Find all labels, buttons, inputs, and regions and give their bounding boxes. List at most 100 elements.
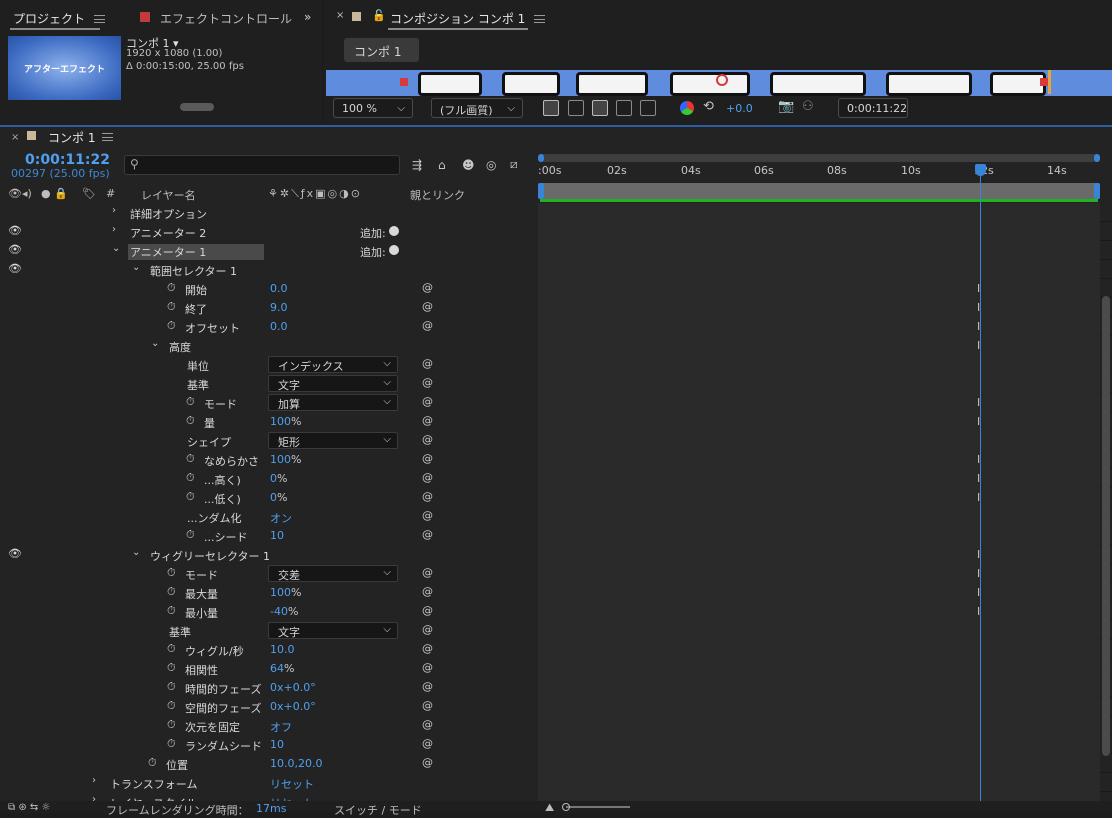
property-value[interactable]: 100% xyxy=(270,453,301,466)
work-area-end-handle[interactable] xyxy=(1094,183,1100,199)
timeline-close-icon[interactable]: × xyxy=(11,132,19,143)
pickwhip-icon[interactable]: @ xyxy=(422,281,433,294)
chevron-down-icon[interactable]: ⌄ xyxy=(132,547,140,558)
property-value[interactable]: 100% xyxy=(270,586,301,599)
project-menu-icon[interactable] xyxy=(94,15,105,23)
pickwhip-icon[interactable]: @ xyxy=(422,395,433,408)
property-row[interactable]: › 詳細オプション xyxy=(0,203,1112,222)
property-row[interactable]: 👁 › アニメーター 2 追加: xyxy=(0,222,1112,241)
pickwhip-icon[interactable]: @ xyxy=(422,357,433,370)
anchor-point-icon[interactable] xyxy=(716,74,728,86)
timeline-scrollbar[interactable] xyxy=(1102,296,1110,756)
stopwatch-icon[interactable]: ⏱ xyxy=(167,300,176,314)
timeline-menu-icon[interactable] xyxy=(102,133,113,141)
property-row[interactable]: 基準 文字 ⌵ @ xyxy=(0,374,1112,393)
timeline-zoom-slider[interactable] xyxy=(566,806,630,808)
layer-name-header[interactable]: レイヤー名 xyxy=(141,187,196,203)
tab-timeline[interactable]: コンポ 1 xyxy=(48,129,95,146)
chevron-down-icon[interactable]: ⌄ xyxy=(132,262,140,273)
add-menu-label[interactable]: 追加: xyxy=(360,225,386,241)
stopwatch-icon[interactable]: ⏱ xyxy=(186,471,195,485)
stopwatch-icon[interactable]: ⏱ xyxy=(148,756,157,770)
property-row[interactable]: ⏱ 最大量 100% @ I xyxy=(0,583,1112,602)
stopwatch-icon[interactable]: ⏱ xyxy=(167,642,176,656)
stopwatch-icon[interactable]: ⏱ xyxy=(167,585,176,599)
exposure-reset-icon[interactable]: ⟲ xyxy=(703,99,714,114)
property-value[interactable]: 0x+0.0° xyxy=(270,700,316,713)
stopwatch-icon[interactable]: ⏱ xyxy=(167,661,176,675)
property-row[interactable]: ⏱ ...シード 10 @ xyxy=(0,526,1112,545)
property-dropdown[interactable]: インデックス ⌵ xyxy=(268,356,398,373)
chevron-down-icon[interactable]: ⌄ xyxy=(151,338,159,349)
stopwatch-icon[interactable]: ⏱ xyxy=(167,281,176,295)
property-value[interactable]: -40% xyxy=(270,605,298,618)
grid-guides-icon[interactable] xyxy=(640,100,656,116)
tab-composition[interactable]: コンポジション コンポ 1 xyxy=(390,10,525,27)
add-play-icon[interactable] xyxy=(389,245,399,255)
composition-viewer[interactable] xyxy=(326,70,1112,96)
property-value[interactable]: 10 xyxy=(270,738,284,751)
stopwatch-icon[interactable]: ⏱ xyxy=(167,699,176,713)
property-value[interactable]: 64% xyxy=(270,662,294,675)
pickwhip-icon[interactable]: @ xyxy=(422,433,433,446)
stopwatch-icon[interactable]: ⏱ xyxy=(167,680,176,694)
frame-blending-icon[interactable]: ◎ xyxy=(486,158,496,172)
project-scrollbar[interactable] xyxy=(180,103,214,111)
property-row[interactable]: ...ンダム化 オン @ xyxy=(0,507,1112,526)
eye-icon[interactable]: 👁 xyxy=(8,243,22,256)
chevron-right-icon[interactable]: › xyxy=(112,224,116,235)
pickwhip-icon[interactable]: @ xyxy=(422,737,433,750)
time-navigator[interactable] xyxy=(538,154,1100,162)
render-options-icon[interactable]: ⧉ ⊛ ⇆ ☼ xyxy=(8,802,50,813)
eye-icon[interactable]: 👁 xyxy=(8,547,22,560)
stopwatch-icon[interactable]: ⏱ xyxy=(167,737,176,751)
pickwhip-icon[interactable]: @ xyxy=(422,528,433,541)
playhead-handle[interactable] xyxy=(975,164,986,176)
eye-icon[interactable]: 👁 xyxy=(8,224,22,237)
property-row[interactable]: ⏱ ...低く) 0% @ I xyxy=(0,488,1112,507)
pickwhip-icon[interactable]: @ xyxy=(422,509,433,522)
property-value[interactable]: 0x+0.0° xyxy=(270,681,316,694)
viewer-menu-icon[interactable] xyxy=(534,15,545,23)
stopwatch-icon[interactable]: ⏱ xyxy=(167,319,176,333)
exposure-value[interactable]: +0.0 xyxy=(726,102,753,115)
stopwatch-icon[interactable]: ⏱ xyxy=(186,395,195,409)
bounding-handle[interactable] xyxy=(1040,78,1048,86)
property-row[interactable]: ⏱ ウィグル/秒 10.0 @ xyxy=(0,640,1112,659)
property-row[interactable]: 基準 文字 ⌵ @ xyxy=(0,621,1112,640)
pickwhip-icon[interactable]: @ xyxy=(422,300,433,313)
stopwatch-icon[interactable]: ⏱ xyxy=(186,452,195,466)
pickwhip-icon[interactable]: @ xyxy=(422,566,433,579)
add-menu-label[interactable]: 追加: xyxy=(360,244,386,260)
property-value[interactable]: 9.0 xyxy=(270,301,288,314)
pickwhip-icon[interactable]: @ xyxy=(422,604,433,617)
property-row[interactable]: ⏱ 開始 0.0 @ I xyxy=(0,279,1112,298)
pickwhip-icon[interactable]: @ xyxy=(422,490,433,503)
pickwhip-icon[interactable]: @ xyxy=(422,452,433,465)
stopwatch-icon[interactable]: ⏱ xyxy=(186,414,195,428)
property-value[interactable]: 0% xyxy=(270,491,287,504)
pickwhip-icon[interactable]: @ xyxy=(422,319,433,332)
property-row[interactable]: ⏱ 最小量 -40% @ I xyxy=(0,602,1112,621)
pickwhip-icon[interactable]: @ xyxy=(422,680,433,693)
shy-icon[interactable]: ☻ xyxy=(462,158,475,172)
layer-search-input[interactable] xyxy=(124,155,400,175)
property-value[interactable]: 10.0 xyxy=(270,643,295,656)
pickwhip-icon[interactable]: @ xyxy=(422,756,433,769)
fast-preview-icon[interactable] xyxy=(543,100,559,116)
viewer-close-icon[interactable]: × xyxy=(336,10,344,21)
playhead-line[interactable] xyxy=(980,170,981,813)
transparency-grid-icon[interactable] xyxy=(568,100,584,116)
property-value[interactable]: 100% xyxy=(270,415,301,428)
property-row[interactable]: 単位 インデックス ⌵ @ xyxy=(0,355,1112,374)
stopwatch-icon[interactable]: ⏱ xyxy=(167,566,176,580)
property-row[interactable]: ⏱ 終了 9.0 @ I xyxy=(0,298,1112,317)
property-row[interactable]: ⏱ 時間的フェーズ 0x+0.0° @ xyxy=(0,678,1112,697)
chevron-down-icon[interactable]: ⌄ xyxy=(112,243,120,254)
draft-3d-icon[interactable]: ⌂ xyxy=(438,158,446,172)
mask-path-icon[interactable] xyxy=(592,100,608,116)
property-row[interactable]: シェイプ 矩形 ⌵ @ xyxy=(0,431,1112,450)
property-value[interactable]: 10.0,20.0 xyxy=(270,757,322,770)
comp-flowchart-icon[interactable]: ⇶ xyxy=(412,158,422,172)
property-value[interactable]: オフ xyxy=(270,719,292,735)
